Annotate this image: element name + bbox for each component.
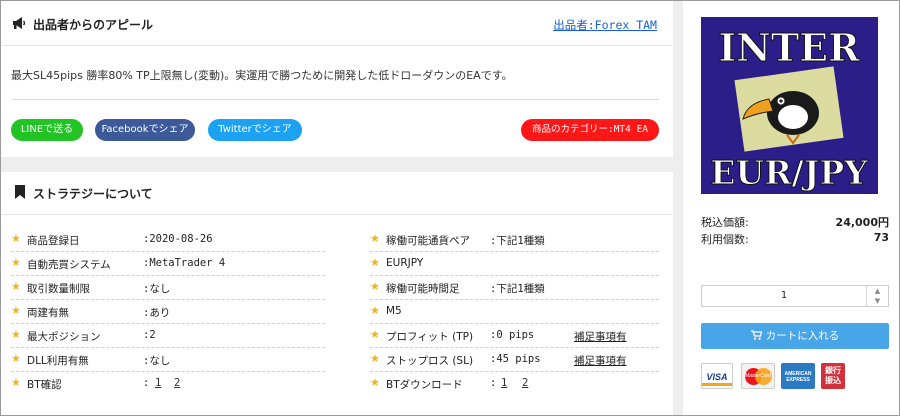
spec-value: :0 pips bbox=[490, 329, 535, 341]
seller-link[interactable]: 出品者:Forex TAM bbox=[553, 17, 657, 33]
product-sidebar: INTER EUR/JPY 税込価額: 24,000円 利用個数: 73 1 ▲… bbox=[683, 1, 899, 415]
star-icon: ★ bbox=[11, 328, 21, 341]
star-icon: ★ bbox=[11, 376, 21, 389]
star-icon: ★ bbox=[370, 232, 380, 245]
bt-download-link-1[interactable]: 1 bbox=[501, 377, 507, 389]
spec-value: :45 pips bbox=[490, 353, 541, 365]
appeal-panel: 出品者からのアピール 出品者:Forex TAM 最大SL45pips 勝率80… bbox=[1, 1, 673, 157]
spec-value: :なし bbox=[143, 283, 171, 295]
spec-row: ★ BT確認 : 1 2 bbox=[11, 372, 325, 396]
description-divider bbox=[11, 99, 659, 100]
spec-value: : bbox=[143, 377, 150, 389]
spec-label: M5 bbox=[386, 305, 402, 317]
spec-row: ★ 商品登録日 :2020-08-26 bbox=[11, 228, 325, 252]
spec-label: 取引数量制限 bbox=[27, 283, 90, 295]
spec-label: 稼働可能時間足 bbox=[386, 283, 460, 295]
twitter-share-button[interactable]: Twitterでシェア bbox=[208, 119, 302, 141]
strategy-panel: ストラテジーについて ★ 商品登録日 :2020-08-26 ★ 自動売買システ… bbox=[1, 172, 673, 415]
spec-row: ★ EURJPY bbox=[370, 252, 659, 276]
star-icon: ★ bbox=[370, 376, 380, 389]
spec-label: EURJPY bbox=[386, 257, 424, 269]
spec-label: DLL利用有無 bbox=[27, 355, 89, 367]
bt-link-2[interactable]: 2 bbox=[174, 377, 180, 389]
product-image[interactable]: INTER EUR/JPY bbox=[701, 17, 878, 194]
spec-value: : bbox=[490, 377, 497, 389]
mastercard-icon: MasterCard bbox=[741, 363, 775, 389]
spec-row: ★ BTダウンロード : 1 2 bbox=[370, 372, 659, 396]
spec-row: ★ M5 bbox=[370, 300, 659, 324]
star-icon: ★ bbox=[370, 280, 380, 293]
spec-label: 自動売買システム bbox=[27, 259, 111, 271]
count-label: 利用個数: bbox=[701, 233, 749, 246]
spec-value: :2020-08-26 bbox=[143, 233, 213, 245]
appeal-divider bbox=[2, 45, 673, 46]
cart-button-label: カートに入れる bbox=[765, 330, 840, 342]
spec-value: :なし bbox=[143, 355, 171, 367]
spec-value: :あり bbox=[143, 307, 171, 319]
megaphone-icon bbox=[13, 17, 26, 29]
spec-label: BT確認 bbox=[27, 379, 62, 391]
spec-row: ★ 稼働可能通貨ペア :下記1種類 bbox=[370, 228, 659, 252]
spec-row: ★ DLL利用有無 :なし bbox=[11, 348, 325, 372]
category-badge[interactable]: 商品のカテゴリー:MT4 EA bbox=[521, 119, 659, 141]
spec-label: プロフィット (TP) bbox=[386, 331, 474, 343]
visa-card-icon: VISA bbox=[701, 363, 733, 389]
amex-card-icon: AMERICAN EXPRESS bbox=[781, 363, 815, 389]
bank-transfer-icon: 銀行振込 bbox=[821, 363, 845, 389]
add-to-cart-button[interactable]: カートに入れる bbox=[701, 323, 889, 349]
count-value: 73 bbox=[873, 231, 889, 244]
bt-link-1[interactable]: 1 bbox=[155, 377, 161, 389]
spec-row: ★ 両建有無 :あり bbox=[11, 300, 325, 324]
star-icon: ★ bbox=[370, 304, 380, 317]
spec-label: 両建有無 bbox=[27, 307, 69, 319]
appeal-description: 最大SL45pips 勝率80% TP上限無し(変動)。実運用で勝つために開発し… bbox=[11, 69, 513, 82]
spec-row: ★ 稼働可能時間足 :下記1種類 bbox=[370, 276, 659, 300]
quantity-value[interactable]: 1 bbox=[702, 290, 866, 301]
line-share-button[interactable]: LINEで送る bbox=[11, 119, 83, 141]
spec-value: :下記1種類 bbox=[490, 283, 545, 295]
spec-value: :2 bbox=[143, 329, 156, 341]
spec-label: 商品登録日 bbox=[27, 235, 80, 247]
spec-row: ★ ストップロス (SL) :45 pips 補足事項有 bbox=[370, 348, 659, 372]
price-value: 24,000円 bbox=[835, 216, 889, 229]
spec-row: ★ 取引数量制限 :なし bbox=[11, 276, 325, 300]
spec-row: ★ プロフィット (TP) :0 pips 補足事項有 bbox=[370, 324, 659, 348]
spec-label: 最大ポジション bbox=[27, 331, 101, 343]
star-icon: ★ bbox=[11, 352, 21, 365]
tp-note-link[interactable]: 補足事項有 bbox=[574, 329, 627, 344]
star-icon: ★ bbox=[11, 304, 21, 317]
quantity-stepper[interactable]: 1 ▲ ▼ bbox=[701, 285, 889, 307]
bt-download-link-2[interactable]: 2 bbox=[522, 377, 528, 389]
product-logo: INTER EUR/JPY bbox=[701, 17, 878, 194]
price-label: 税込価額: bbox=[701, 216, 749, 229]
chevron-down-icon[interactable]: ▼ bbox=[875, 297, 880, 305]
spec-value: :下記1種類 bbox=[490, 235, 545, 247]
spin-buttons[interactable]: ▲ ▼ bbox=[866, 286, 888, 306]
sl-note-link[interactable]: 補足事項有 bbox=[574, 353, 627, 368]
star-icon: ★ bbox=[11, 280, 21, 293]
chevron-up-icon[interactable]: ▲ bbox=[875, 287, 880, 295]
spec-value: :MetaTrader 4 bbox=[143, 257, 226, 269]
spec-row: ★ 最大ポジション :2 bbox=[11, 324, 325, 348]
spec-label: BTダウンロード bbox=[386, 379, 463, 391]
spec-row: ★ 自動売買システム :MetaTrader 4 bbox=[11, 252, 325, 276]
strategy-title: ストラテジーについて bbox=[33, 187, 153, 201]
image-text-top: INTER bbox=[718, 25, 860, 70]
star-icon: ★ bbox=[370, 328, 380, 341]
spec-label: ストップロス (SL) bbox=[386, 355, 474, 367]
cart-icon bbox=[750, 330, 763, 340]
facebook-share-button[interactable]: Facebookでシェア bbox=[95, 119, 195, 141]
image-text-bottom: EUR/JPY bbox=[710, 153, 868, 192]
star-icon: ★ bbox=[370, 256, 380, 269]
star-icon: ★ bbox=[11, 232, 21, 245]
strategy-divider bbox=[2, 214, 673, 215]
bookmark-icon bbox=[15, 185, 25, 199]
spec-label: 稼働可能通貨ペア bbox=[386, 235, 470, 247]
star-icon: ★ bbox=[11, 256, 21, 269]
appeal-title: 出品者からのアピール bbox=[33, 18, 154, 32]
star-icon: ★ bbox=[370, 352, 380, 365]
